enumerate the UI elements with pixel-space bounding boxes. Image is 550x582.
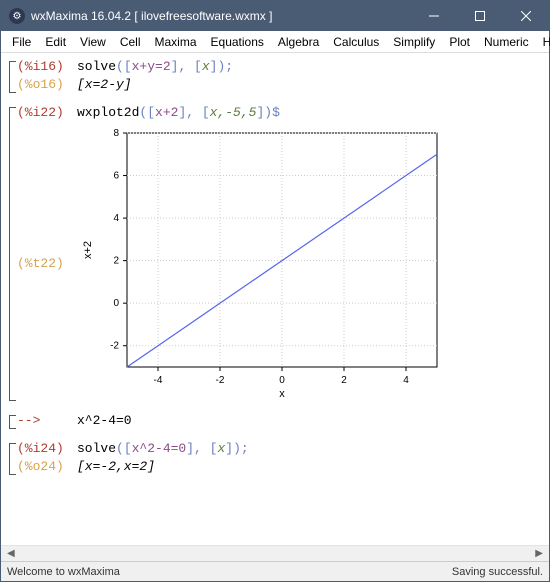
close-button[interactable] <box>503 1 549 31</box>
svg-text:-4: -4 <box>154 375 163 386</box>
status-right: Saving successful. <box>452 566 543 578</box>
svg-text:2: 2 <box>113 256 119 267</box>
menu-cell[interactable]: Cell <box>113 33 148 51</box>
input-label: (%i22) <box>17 105 77 120</box>
menu-edit[interactable]: Edit <box>38 33 73 51</box>
statusbar: Welcome to wxMaxima Saving successful. <box>1 561 549 581</box>
svg-text:8: 8 <box>113 128 119 139</box>
svg-text:-2: -2 <box>216 375 225 386</box>
input-code[interactable]: solve([x+y=2], [x]); <box>77 59 233 74</box>
window-controls <box>411 1 549 31</box>
app-icon: ⚙ <box>9 8 25 24</box>
cell-4[interactable]: (%i24) solve([x^2-4=0], [x]); (%o24) [x=… <box>7 441 547 477</box>
input-arrow: --> <box>17 413 77 428</box>
menu-help[interactable]: Help <box>536 33 550 51</box>
titlebar: ⚙ wxMaxima 16.04.2 [ ilovefreesoftware.w… <box>1 1 549 31</box>
horizontal-scrollbar[interactable]: ◀ ▶ <box>1 545 549 561</box>
output-label: (%o16) <box>17 77 77 92</box>
svg-text:4: 4 <box>113 213 119 224</box>
svg-text:0: 0 <box>279 375 285 386</box>
menu-simplify[interactable]: Simplify <box>386 33 442 51</box>
scroll-left-icon[interactable]: ◀ <box>3 548 19 559</box>
scroll-right-icon[interactable]: ▶ <box>531 548 547 559</box>
input-label: (%i24) <box>17 441 77 456</box>
maximize-button[interactable] <box>457 1 503 31</box>
window-title: wxMaxima 16.04.2 [ ilovefreesoftware.wxm… <box>31 9 411 23</box>
menu-file[interactable]: File <box>5 33 38 51</box>
menu-plot[interactable]: Plot <box>442 33 477 51</box>
cell-3[interactable]: --> x^2-4=0 <box>7 413 547 431</box>
output-result: [x=-2,x=2] <box>77 459 155 474</box>
menu-algebra[interactable]: Algebra <box>271 33 326 51</box>
svg-text:6: 6 <box>113 171 119 182</box>
svg-text:x: x <box>279 388 285 400</box>
svg-text:x+2: x+2 <box>82 241 94 259</box>
document-area[interactable]: (%i16) solve([x+y=2], [x]); (%o16) [x=2-… <box>1 53 549 545</box>
input-label: (%i16) <box>17 59 77 74</box>
minimize-button[interactable] <box>411 1 457 31</box>
cell-1[interactable]: (%i16) solve([x+y=2], [x]); (%o16) [x=2-… <box>7 59 547 95</box>
cell-2[interactable]: (%i22) wxplot2d([x+2], [x,-5,5])$ (%t22)… <box>7 105 547 403</box>
status-left: Welcome to wxMaxima <box>7 566 452 578</box>
input-code[interactable]: x^2-4=0 <box>77 413 132 428</box>
menu-numeric[interactable]: Numeric <box>477 33 536 51</box>
input-code[interactable]: wxplot2d([x+2], [x,-5,5])$ <box>77 105 280 120</box>
menu-equations[interactable]: Equations <box>204 33 271 51</box>
plot-output: -4 -2 0 2 4 -2 0 2 4 6 8 x x+2 <box>77 123 447 403</box>
menu-maxima[interactable]: Maxima <box>148 33 204 51</box>
menubar: File Edit View Cell Maxima Equations Alg… <box>1 31 549 53</box>
menu-calculus[interactable]: Calculus <box>326 33 386 51</box>
svg-text:2: 2 <box>341 375 347 386</box>
output-label: (%o24) <box>17 459 77 474</box>
svg-text:4: 4 <box>403 375 409 386</box>
menu-view[interactable]: View <box>73 33 113 51</box>
output-result: [x=2-y] <box>77 77 132 92</box>
svg-text:0: 0 <box>113 298 119 309</box>
plot-label: (%t22) <box>17 256 77 271</box>
input-code[interactable]: solve([x^2-4=0], [x]); <box>77 441 249 456</box>
svg-text:-2: -2 <box>110 341 119 352</box>
